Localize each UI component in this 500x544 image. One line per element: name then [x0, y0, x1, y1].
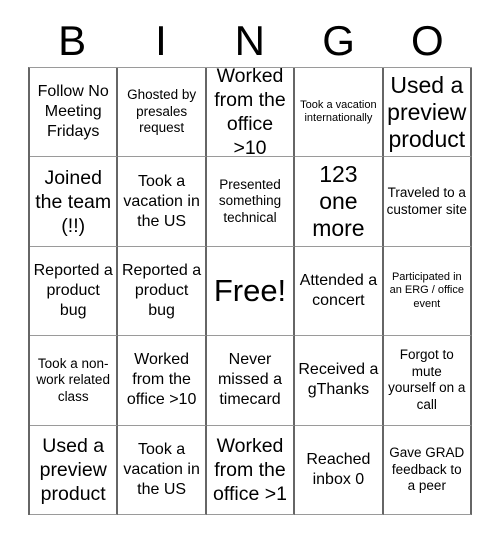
bingo-cell-label: Follow No Meeting Fridays [37, 83, 109, 141]
bingo-cell[interactable]: Joined the team (!!) [30, 157, 119, 247]
bingo-cell-label: Reported a product bug [122, 261, 202, 319]
bingo-cell[interactable]: Reported a product bug [30, 246, 119, 337]
bingo-cell[interactable]: Follow No Meeting Fridays [30, 68, 119, 158]
bingo-cell-label: Traveled to a customer site [386, 185, 467, 217]
bingo-cell-label: Took a non-work related class [36, 355, 110, 404]
bingo-cell-label: Used a preview product [387, 71, 467, 152]
bingo-cell[interactable]: Gave GRAD feedback to a peer [383, 425, 472, 515]
bingo-cell-label: Presented something technical [218, 176, 282, 225]
bingo-header-letter-n: N [234, 16, 266, 64]
bingo-cell[interactable]: Took a non-work related class [30, 336, 119, 426]
bingo-cell-label: Forgot to mute yourself on a call [388, 347, 466, 412]
bingo-cell[interactable]: Ghosted by presales request [118, 68, 207, 158]
bingo-header-letter-b: B [58, 16, 87, 64]
bingo-cell[interactable]: Received a gThanks [295, 336, 384, 426]
bingo-cell-label: Free! [213, 272, 287, 308]
bingo-grid: Follow No Meeting Fridays Ghosted by pres… [28, 67, 472, 515]
bingo-cell-label: Used a preview product [39, 434, 107, 505]
bingo-cell-label: 123 one more [312, 161, 365, 242]
bingo-cell-free[interactable]: Free! [206, 246, 296, 337]
bingo-cell-label: Gave GRAD feedback to a peer [389, 445, 465, 494]
bingo-header-letter-i: I [155, 16, 168, 64]
bingo-cell[interactable]: Participated in an ERG / office event [383, 246, 472, 337]
bingo-cell[interactable]: Worked from the office >1 [206, 425, 296, 515]
bingo-cell[interactable]: Traveled to a customer site [383, 157, 472, 247]
bingo-cell-label: Received a gThanks [298, 361, 379, 399]
bingo-cell-label: Took a vacation in the US [123, 440, 200, 498]
bingo-cell[interactable]: Used a preview product [30, 425, 119, 515]
bingo-cell-label: Took a vacation in the US [123, 172, 200, 230]
bingo-cell-label: Never missed a timecard [217, 351, 282, 409]
bingo-cell[interactable]: Worked from the office >10 [206, 68, 296, 158]
bingo-header: B I N G O [28, 14, 472, 67]
bingo-cell-label: Reported a product bug [33, 261, 113, 319]
bingo-cell-label: Worked from the office >10 [214, 68, 286, 158]
bingo-cell-label: Ghosted by presales request [127, 87, 197, 136]
bingo-cell-label: Joined the team (!!) [35, 166, 112, 237]
bingo-cell-label: Participated in an ERG / office event [389, 270, 464, 310]
bingo-cell[interactable]: Worked from the office >10 [118, 336, 207, 426]
bingo-cell[interactable]: Reported a product bug [118, 246, 207, 337]
bingo-cell[interactable]: Attended a concert [295, 246, 384, 337]
bingo-cell-label: Worked from the office >10 [126, 351, 197, 409]
bingo-cell-label: Attended a concert [299, 271, 378, 309]
bingo-cell[interactable]: Used a preview product [383, 68, 472, 158]
bingo-cell[interactable]: Took a vacation in the US [118, 157, 207, 247]
bingo-card: B I N G O Follow No Meeting Fridays Ghost… [0, 0, 500, 544]
bingo-cell[interactable]: Took a vacation internationally [295, 68, 384, 158]
bingo-cell[interactable]: Presented something technical [206, 157, 296, 247]
bingo-cell[interactable]: Forgot to mute yourself on a call [383, 336, 472, 426]
bingo-header-letter-o: O [411, 16, 445, 64]
bingo-cell[interactable]: Took a vacation in the US [118, 425, 207, 515]
bingo-cell-label: Took a vacation internationally [300, 98, 377, 125]
bingo-cell[interactable]: 123 one more [295, 157, 384, 247]
bingo-cell-label: Worked from the office >1 [213, 434, 287, 505]
bingo-cell[interactable]: Never missed a timecard [206, 336, 296, 426]
bingo-cell[interactable]: Reached inbox 0 [295, 425, 384, 515]
bingo-header-letter-g: G [322, 16, 356, 64]
bingo-cell-label: Reached inbox 0 [306, 450, 371, 488]
